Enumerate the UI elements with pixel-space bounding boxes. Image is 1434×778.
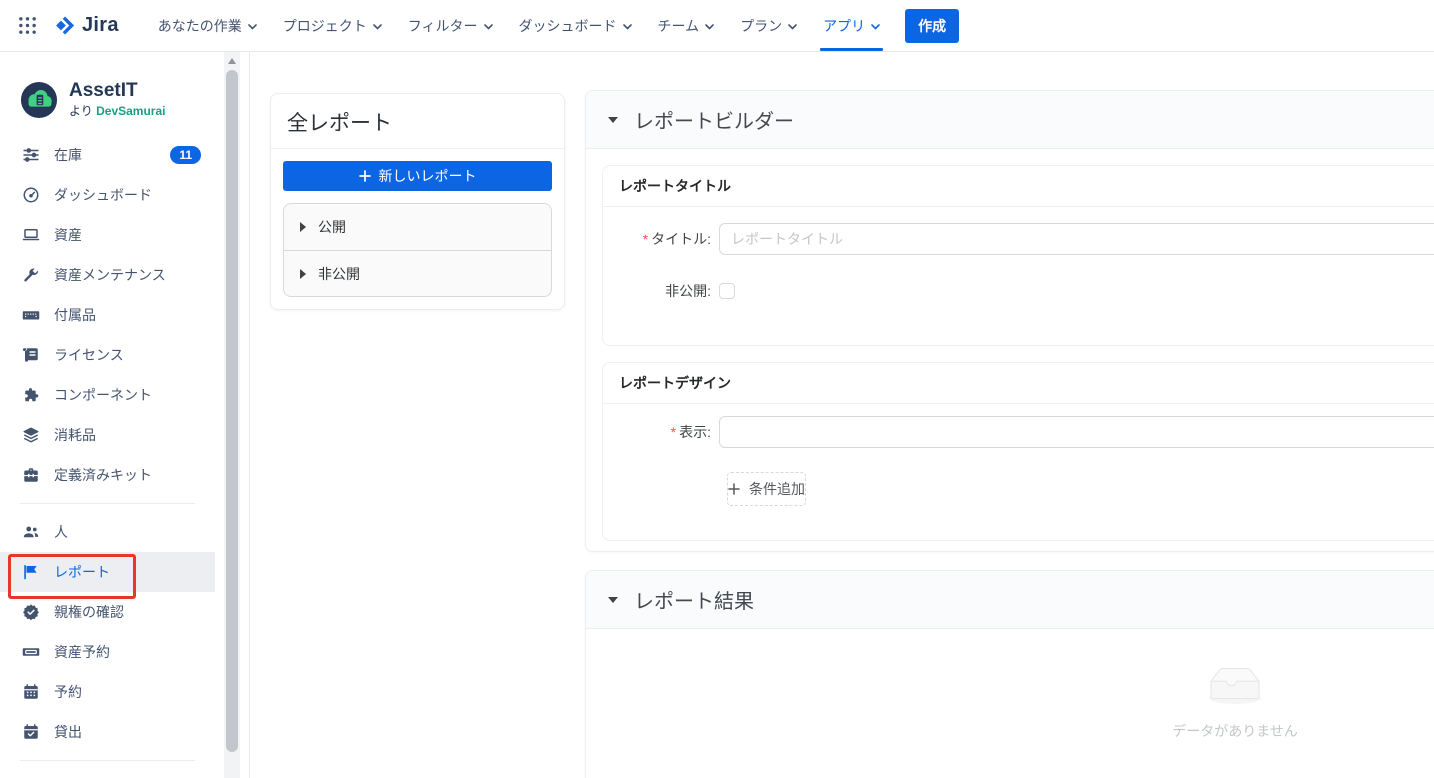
nav-projects[interactable]: プロジェクト	[270, 0, 395, 51]
sidebar-item-consumables[interactable]: 消耗品	[0, 415, 215, 455]
flag-icon	[22, 563, 40, 581]
sidebar-item-licenses[interactable]: ライセンス	[0, 335, 215, 375]
report-results-title: レポート結果	[634, 585, 754, 614]
sidebar-item-custody-check[interactable]: 親権の確認	[0, 592, 215, 632]
caret-right-icon	[300, 269, 306, 279]
sidebar-divider	[20, 760, 195, 761]
sidebar-item-asset-maintenance[interactable]: 資産メンテナンス	[0, 255, 215, 295]
nav-teams[interactable]: チーム	[645, 0, 728, 51]
nav-dashboards[interactable]: ダッシュボード	[506, 0, 645, 51]
dashboard-gauge-icon	[22, 186, 40, 204]
chevron-down-icon	[871, 24, 880, 30]
report-results-panel: レポート結果 データがありません	[585, 570, 1434, 778]
sidebar-scrollbar[interactable]	[224, 52, 240, 778]
chevron-down-icon	[373, 24, 382, 30]
jira-top-navbar: Jira あなたの作業 プロジェクト フィルター ダッシュボード チーム	[0, 0, 1434, 52]
wrench-icon	[22, 266, 40, 284]
sidebar-item-predefined-kits[interactable]: 定義済みキット	[0, 455, 215, 495]
sidebar-item-reports[interactable]: レポート	[0, 552, 215, 592]
create-button[interactable]: 作成	[905, 9, 959, 43]
report-groups-collapse: 公開 非公開	[283, 203, 552, 297]
chevron-down-icon	[248, 24, 257, 30]
sidebar-item-components[interactable]: コンポーネント	[0, 375, 215, 415]
caret-down-icon	[608, 597, 618, 603]
jira-logo-icon	[53, 14, 76, 37]
group-public[interactable]: 公開	[284, 204, 551, 250]
plus-icon	[728, 483, 740, 495]
caret-right-icon	[300, 222, 306, 232]
jira-logo[interactable]: Jira	[53, 0, 119, 51]
people-icon	[22, 523, 40, 541]
jira-brand-text: Jira	[82, 14, 119, 37]
scrollbar-up-arrow-icon[interactable]	[228, 58, 236, 64]
badge-check-icon	[22, 603, 40, 621]
license-scroll-icon	[22, 346, 40, 364]
app-byline: より DevSamurai	[69, 102, 165, 119]
empty-inbox-icon	[1203, 665, 1267, 706]
display-select-input[interactable]	[719, 416, 1434, 448]
ticket-icon	[22, 643, 40, 661]
inventory-count-badge: 11	[170, 146, 201, 164]
laptop-icon	[22, 226, 40, 244]
chevron-down-icon	[705, 24, 714, 30]
calendar-icon	[22, 683, 40, 701]
app-name: AssetIT	[69, 80, 165, 102]
app-switcher-grid-icon[interactable]	[12, 0, 43, 51]
toolbox-icon	[22, 466, 40, 484]
empty-state-text: データがありません	[586, 721, 1434, 741]
report-title-input[interactable]	[719, 223, 1434, 255]
sidebar-item-dashboard[interactable]: ダッシュボード	[0, 175, 215, 215]
all-reports-card: 全レポート 新しいレポート 公開 非公開	[270, 93, 565, 310]
sidebar-divider	[20, 503, 195, 504]
sidebar-item-inventory[interactable]: 在庫 11	[0, 135, 215, 175]
scrollbar-thumb[interactable]	[226, 70, 238, 752]
layers-icon	[22, 426, 40, 444]
calendar-check-icon	[22, 723, 40, 741]
assetit-sidebar: AssetIT より DevSamurai 在庫 11 ダッシュボード	[0, 52, 250, 778]
sliders-icon	[22, 146, 40, 164]
report-title-heading: レポートタイトル	[603, 166, 1434, 207]
private-field-label: 非公開:	[619, 281, 719, 301]
required-asterisk: *	[643, 231, 648, 247]
new-report-button[interactable]: 新しいレポート	[283, 161, 552, 191]
nav-filters[interactable]: フィルター	[395, 0, 506, 51]
assetit-logo-icon	[20, 81, 58, 119]
sidebar-item-people[interactable]: 人	[0, 512, 215, 552]
report-design-heading: レポートデザイン	[603, 363, 1434, 404]
sidebar-item-checkout[interactable]: 貸出	[0, 712, 215, 752]
title-field-label: *タイトル:	[619, 229, 719, 249]
sidebar-item-booking[interactable]: 予約	[0, 672, 215, 712]
report-builder-panel: レポートビルダー レポートタイトル *タイトル: 非公開:	[585, 90, 1434, 552]
chevron-down-icon	[623, 24, 632, 30]
nav-apps[interactable]: アプリ	[810, 0, 893, 51]
display-field-label: *表示:	[619, 422, 719, 442]
sidebar-item-asset-reservation[interactable]: 資産予約	[0, 632, 215, 672]
keyboard-icon	[22, 306, 40, 324]
report-builder-header[interactable]: レポートビルダー	[586, 91, 1434, 149]
group-private[interactable]: 非公開	[284, 250, 551, 296]
empty-state: データがありません	[586, 629, 1434, 741]
main-content: 全レポート 新しいレポート 公開 非公開 レポートビ	[250, 52, 1434, 778]
report-results-header[interactable]: レポート結果	[586, 571, 1434, 629]
all-reports-title: 全レポート	[271, 94, 564, 149]
report-builder-title: レポートビルダー	[634, 105, 794, 134]
plus-icon	[359, 170, 371, 182]
sidebar-item-assets[interactable]: 資産	[0, 215, 215, 255]
private-checkbox[interactable]	[719, 283, 735, 299]
report-design-fieldset: レポートデザイン *表示: 条件追加	[602, 362, 1434, 541]
chevron-down-icon	[484, 24, 493, 30]
puzzle-icon	[22, 386, 40, 404]
report-title-fieldset: レポートタイトル *タイトル: 非公開:	[602, 165, 1434, 346]
add-condition-button[interactable]: 条件追加	[727, 472, 806, 506]
nav-plans[interactable]: プラン	[727, 0, 810, 51]
vendor-name: DevSamurai	[96, 104, 165, 118]
caret-down-icon	[608, 117, 618, 123]
assetit-brand: AssetIT より DevSamurai	[0, 52, 249, 119]
chevron-down-icon	[788, 24, 797, 30]
required-asterisk: *	[671, 424, 676, 440]
sidebar-item-accessories[interactable]: 付属品	[0, 295, 215, 335]
nav-your-work[interactable]: あなたの作業	[145, 0, 270, 51]
sidebar-menu: 在庫 11 ダッシュボード 資産 資産メンテナンス	[0, 135, 215, 761]
